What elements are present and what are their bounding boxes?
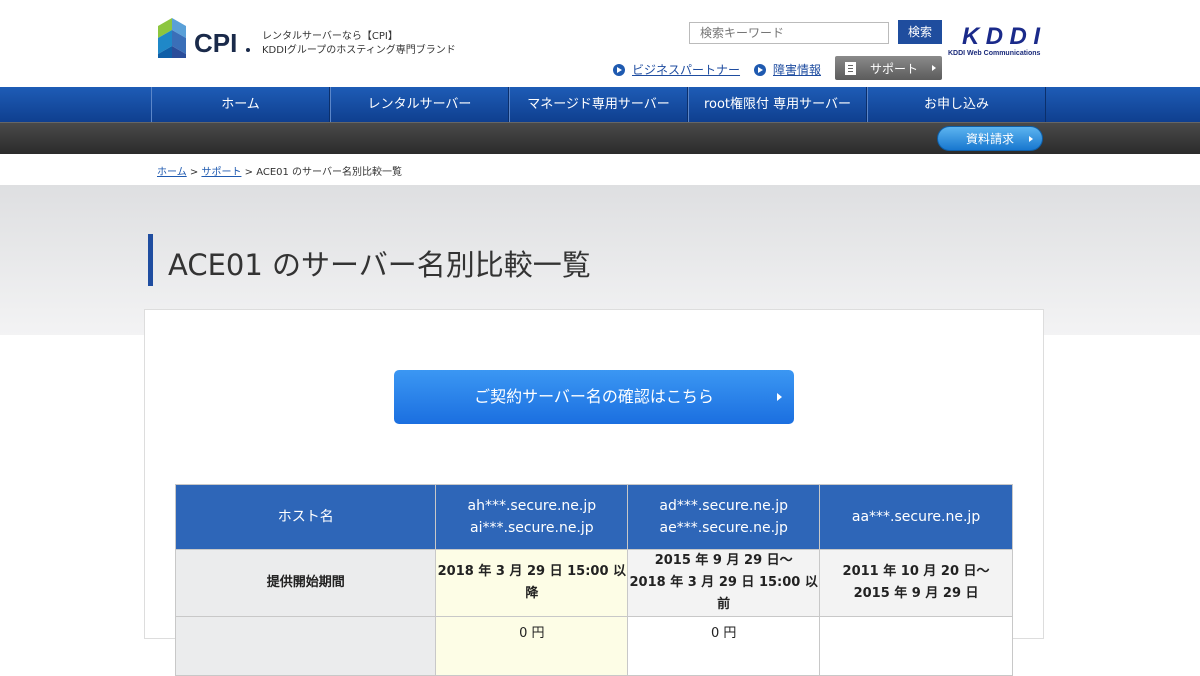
kddi-subtitle: KDDI Web Communications <box>948 50 1041 57</box>
period-col1: 2018 年 3 月 29 日 15:00 以降 <box>435 549 629 617</box>
breadcrumb: ホーム > サポート > ACE01 のサーバー名別比較一覧 <box>157 163 402 178</box>
breadcrumb-current: > ACE01 のサーバー名別比較一覧 <box>241 167 402 178</box>
arrow-right-icon <box>1029 136 1033 142</box>
row-label-price <box>174 616 437 676</box>
price-col2: 0 円 <box>627 616 821 676</box>
row-label-period: 提供開始期間 <box>174 549 437 617</box>
trouble-info-label: 障害情報 <box>773 63 822 77</box>
comparison-table: ホスト名 ah***.secure.ne.jp ai***.secure.ne.… <box>174 484 1013 676</box>
period-col2-line2: 2018 年 3 月 29 日 15:00 以前 <box>629 575 818 612</box>
price-col1: 0 円 <box>435 616 629 676</box>
header-col1: ah***.secure.ne.jp ai***.secure.ne.jp <box>435 484 629 550</box>
nav-item-rental-server[interactable]: レンタルサーバー <box>330 87 509 122</box>
tagline-line1: レンタルサーバーなら【CPI】 <box>262 31 398 42</box>
tagline-line2: KDDIグループのホスティング専門ブランド <box>262 45 456 56</box>
header-col2: ad***.secure.ne.jp ae***.secure.ne.jp <box>627 484 821 550</box>
business-partner-link[interactable]: ビジネスパートナー <box>613 61 740 78</box>
breadcrumb-home[interactable]: ホーム <box>157 167 187 178</box>
svg-text:CPI: CPI <box>194 28 237 58</box>
site-header: CPI レンタルサーバーなら【CPI】 KDDIグループのホスティング専門ブラン… <box>0 0 1200 87</box>
header-col2-line2: ae***.secure.ne.jp <box>659 520 788 536</box>
header-col2-line1: ad***.secure.ne.jp <box>659 498 788 514</box>
request-docs-button[interactable]: 資料請求 <box>937 126 1043 151</box>
arrow-circle-icon <box>613 63 625 76</box>
header-col1-line2: ai***.secure.ne.jp <box>470 520 594 536</box>
header-col3: aa***.secure.ne.jp <box>819 484 1013 550</box>
title-accent-bar <box>148 234 153 286</box>
price-col3 <box>819 616 1013 676</box>
period-col3-line2: 2015 年 9 月 29 日 <box>853 586 979 601</box>
nav-item-apply[interactable]: お申し込み <box>867 87 1046 122</box>
trouble-info-link[interactable]: 障害情報 <box>754 61 821 78</box>
table-row: 提供開始期間 2018 年 3 月 29 日 15:00 以降 2015 年 9… <box>174 549 1013 617</box>
period-col2: 2015 年 9 月 29 日～ 2018 年 3 月 29 日 15:00 以… <box>627 549 821 617</box>
nav-item-managed-server[interactable]: マネージド専用サーバー <box>509 87 688 122</box>
arrow-circle-icon <box>754 63 766 76</box>
global-nav: ホーム レンタルサーバー マネージド専用サーバー root権限付 専用サーバー … <box>0 87 1200 122</box>
arrow-right-icon <box>777 393 782 401</box>
header-col3-line1: aa***.secure.ne.jp <box>851 509 981 525</box>
confirm-server-name-label: ご契約サーバー名の確認はこちら <box>474 387 714 406</box>
sub-bar: 資料請求 <box>0 122 1200 154</box>
header-col1-line1: ah***.secure.ne.jp <box>467 498 597 514</box>
svg-text:KDDI: KDDI <box>962 23 1041 50</box>
period-col2-line1: 2015 年 9 月 29 日～ <box>654 553 793 568</box>
arrow-right-icon <box>932 65 936 71</box>
header-hostname: ホスト名 <box>174 484 437 550</box>
cpi-logo[interactable]: CPI <box>156 16 252 60</box>
document-icon <box>845 61 856 75</box>
period-col3-line1: 2011 年 10 月 20 日～ <box>842 564 990 579</box>
business-partner-label: ビジネスパートナー <box>632 63 741 77</box>
request-docs-label: 資料請求 <box>965 132 1014 146</box>
tagline: レンタルサーバーなら【CPI】 KDDIグループのホスティング専門ブランド <box>262 30 456 58</box>
breadcrumb-separator: > <box>186 167 202 178</box>
nav-item-home[interactable]: ホーム <box>151 87 330 122</box>
confirm-server-name-button[interactable]: ご契約サーバー名の確認はこちら <box>394 370 794 424</box>
table-header-row: ホスト名 ah***.secure.ne.jp ai***.secure.ne.… <box>174 484 1013 550</box>
period-col3: 2011 年 10 月 20 日～ 2015 年 9 月 29 日 <box>819 549 1013 617</box>
page-title: ACE01 のサーバー名別比較一覧 <box>168 248 591 282</box>
search-button[interactable]: 検索 <box>898 20 942 44</box>
breadcrumb-support[interactable]: サポート <box>201 167 241 178</box>
search-input[interactable] <box>689 22 889 44</box>
table-row: 0 円 0 円 <box>174 616 1013 676</box>
support-button[interactable]: サポート <box>835 56 942 80</box>
nav-item-root-server[interactable]: root権限付 専用サーバー <box>688 87 867 122</box>
support-label: サポート <box>870 61 919 76</box>
